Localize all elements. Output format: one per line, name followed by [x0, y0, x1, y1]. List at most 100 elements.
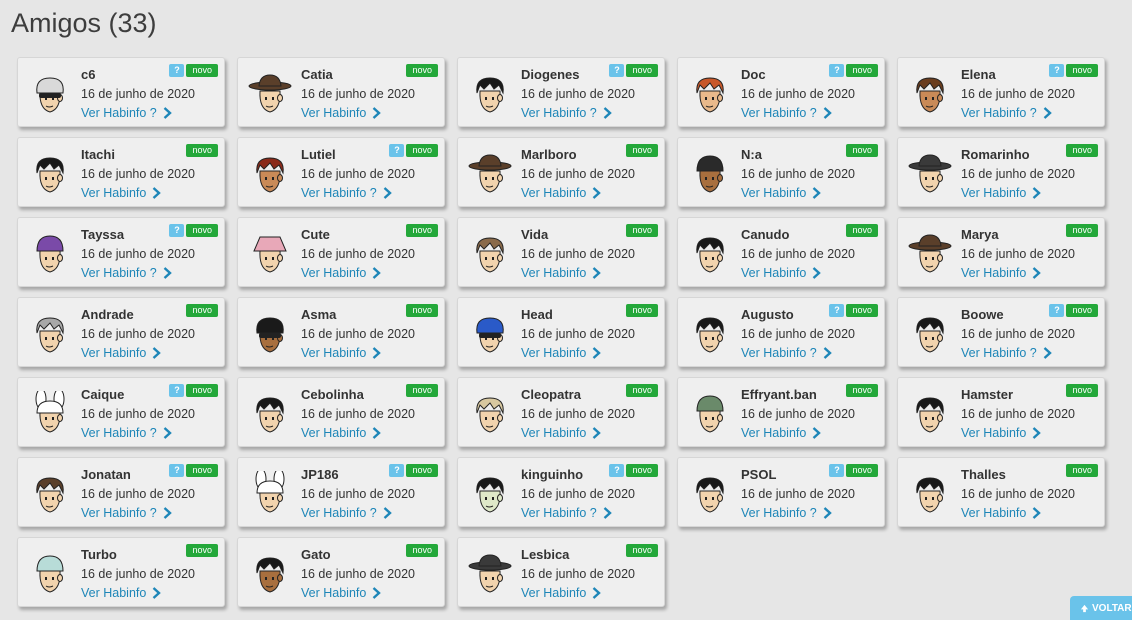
habinfo-link[interactable]: Ver Habinfo	[741, 426, 822, 440]
friend-card[interactable]: ? novo Caique 16 de junho de 2020 Ver Ha…	[17, 377, 225, 447]
friend-name[interactable]: Cute	[301, 227, 330, 242]
friend-card[interactable]: novo Gato 16 de junho de 2020 Ver Habinf…	[237, 537, 445, 607]
question-badge[interactable]: ?	[829, 64, 845, 77]
friend-card[interactable]: ? novo c6 16 de junho de 2020 Ver Habinf…	[17, 57, 225, 127]
habinfo-link[interactable]: Ver Habinfo	[521, 346, 602, 360]
habinfo-link[interactable]: Ver Habinfo ?	[521, 506, 613, 520]
habinfo-link[interactable]: Ver Habinfo ?	[81, 266, 173, 280]
friend-card[interactable]: novo Vida 16 de junho de 2020 Ver Habinf…	[457, 217, 665, 287]
habinfo-link[interactable]: Ver Habinfo ?	[741, 346, 833, 360]
friend-name[interactable]: Marlboro	[521, 147, 577, 162]
question-badge[interactable]: ?	[169, 384, 185, 397]
friend-card[interactable]: novo Romarinho 16 de junho de 2020 Ver H…	[897, 137, 1105, 207]
habinfo-link[interactable]: Ver Habinfo	[301, 266, 382, 280]
friend-name[interactable]: Canudo	[741, 227, 789, 242]
habinfo-link[interactable]: Ver Habinfo	[961, 506, 1042, 520]
question-badge[interactable]: ?	[829, 304, 845, 317]
friend-card[interactable]: ? novo kinguinho 16 de junho de 2020 Ver…	[457, 457, 665, 527]
friend-name[interactable]: Thalles	[961, 467, 1006, 482]
habinfo-link[interactable]: Ver Habinfo	[521, 266, 602, 280]
friend-name[interactable]: Vida	[521, 227, 548, 242]
friend-card[interactable]: ? novo Jonatan 16 de junho de 2020 Ver H…	[17, 457, 225, 527]
friend-name[interactable]: c6	[81, 67, 95, 82]
friend-card[interactable]: novo Cute 16 de junho de 2020 Ver Habinf…	[237, 217, 445, 287]
friend-name[interactable]: PSOL	[741, 467, 776, 482]
habinfo-link[interactable]: Ver Habinfo	[81, 186, 162, 200]
habinfo-link[interactable]: Ver Habinfo	[741, 266, 822, 280]
friend-name[interactable]: Doc	[741, 67, 766, 82]
habinfo-link[interactable]: Ver Habinfo ?	[81, 106, 173, 120]
habinfo-link[interactable]: Ver Habinfo	[81, 586, 162, 600]
friend-name[interactable]: Turbo	[81, 547, 117, 562]
question-badge[interactable]: ?	[1049, 304, 1065, 317]
friend-name[interactable]: Cebolinha	[301, 387, 364, 402]
habinfo-link[interactable]: Ver Habinfo	[81, 346, 162, 360]
friend-card[interactable]: ? novo Doc 16 de junho de 2020 Ver Habin…	[677, 57, 885, 127]
friend-card[interactable]: novo Thalles 16 de junho de 2020 Ver Hab…	[897, 457, 1105, 527]
friend-name[interactable]: Diogenes	[521, 67, 580, 82]
friend-card[interactable]: ? novo JP186 16 de junho de 2020 Ver Hab…	[237, 457, 445, 527]
friend-name[interactable]: Lesbica	[521, 547, 569, 562]
habinfo-link[interactable]: Ver Habinfo ?	[81, 426, 173, 440]
question-badge[interactable]: ?	[169, 64, 185, 77]
friend-name[interactable]: Andrade	[81, 307, 134, 322]
friend-card[interactable]: novo Lesbica 16 de junho de 2020 Ver Hab…	[457, 537, 665, 607]
friend-card[interactable]: novo Marlboro 16 de junho de 2020 Ver Ha…	[457, 137, 665, 207]
habinfo-link[interactable]: Ver Habinfo	[521, 586, 602, 600]
friend-card[interactable]: novo Itachi 16 de junho de 2020 Ver Habi…	[17, 137, 225, 207]
friend-name[interactable]: Boowe	[961, 307, 1004, 322]
friend-card[interactable]: ? novo Augusto 16 de junho de 2020 Ver H…	[677, 297, 885, 367]
question-badge[interactable]: ?	[169, 224, 185, 237]
friend-card[interactable]: novo Turbo 16 de junho de 2020 Ver Habin…	[17, 537, 225, 607]
habinfo-link[interactable]: Ver Habinfo	[301, 586, 382, 600]
habinfo-link[interactable]: Ver Habinfo	[521, 186, 602, 200]
friend-card[interactable]: ? novo Diogenes 16 de junho de 2020 Ver …	[457, 57, 665, 127]
question-badge[interactable]: ?	[1049, 64, 1065, 77]
friend-name[interactable]: Effryant.ban	[741, 387, 817, 402]
friend-card[interactable]: novo Cebolinha 16 de junho de 2020 Ver H…	[237, 377, 445, 447]
friend-name[interactable]: Elena	[961, 67, 996, 82]
friend-name[interactable]: Caique	[81, 387, 124, 402]
habinfo-link[interactable]: Ver Habinfo ?	[961, 106, 1053, 120]
question-badge[interactable]: ?	[169, 464, 185, 477]
habinfo-link[interactable]: Ver Habinfo ?	[301, 506, 393, 520]
friend-name[interactable]: Hamster	[961, 387, 1013, 402]
habinfo-link[interactable]: Ver Habinfo	[961, 426, 1042, 440]
friend-card[interactable]: ? novo PSOL 16 de junho de 2020 Ver Habi…	[677, 457, 885, 527]
friend-name[interactable]: Romarinho	[961, 147, 1030, 162]
friend-card[interactable]: novo Andrade 16 de junho de 2020 Ver Hab…	[17, 297, 225, 367]
friend-card[interactable]: novo Asma 16 de junho de 2020 Ver Habinf…	[237, 297, 445, 367]
friend-name[interactable]: Jonatan	[81, 467, 131, 482]
friend-card[interactable]: ? novo Elena 16 de junho de 2020 Ver Hab…	[897, 57, 1105, 127]
question-badge[interactable]: ?	[389, 464, 405, 477]
friend-name[interactable]: N:a	[741, 147, 762, 162]
friend-card[interactable]: ? novo Lutiel 16 de junho de 2020 Ver Ha…	[237, 137, 445, 207]
friend-card[interactable]: novo Head 16 de junho de 2020 Ver Habinf…	[457, 297, 665, 367]
friend-name[interactable]: JP186	[301, 467, 339, 482]
friend-name[interactable]: Itachi	[81, 147, 115, 162]
habinfo-link[interactable]: Ver Habinfo ?	[741, 106, 833, 120]
habinfo-link[interactable]: Ver Habinfo ?	[741, 506, 833, 520]
habinfo-link[interactable]: Ver Habinfo	[961, 266, 1042, 280]
friend-name[interactable]: Catia	[301, 67, 333, 82]
friend-card[interactable]: novo Catia 16 de junho de 2020 Ver Habin…	[237, 57, 445, 127]
question-badge[interactable]: ?	[389, 144, 405, 157]
friend-card[interactable]: novo Canudo 16 de junho de 2020 Ver Habi…	[677, 217, 885, 287]
friend-name[interactable]: Augusto	[741, 307, 794, 322]
friend-name[interactable]: Lutiel	[301, 147, 336, 162]
habinfo-link[interactable]: Ver Habinfo	[961, 186, 1042, 200]
friend-name[interactable]: Cleopatra	[521, 387, 581, 402]
voltar-button[interactable]: VOLTAR	[1070, 596, 1132, 620]
habinfo-link[interactable]: Ver Habinfo	[741, 186, 822, 200]
habinfo-link[interactable]: Ver Habinfo ?	[81, 506, 173, 520]
question-badge[interactable]: ?	[609, 64, 625, 77]
habinfo-link[interactable]: Ver Habinfo	[521, 426, 602, 440]
friend-name[interactable]: Gato	[301, 547, 331, 562]
question-badge[interactable]: ?	[609, 464, 625, 477]
friend-card[interactable]: novo Hamster 16 de junho de 2020 Ver Hab…	[897, 377, 1105, 447]
friend-name[interactable]: Head	[521, 307, 553, 322]
habinfo-link[interactable]: Ver Habinfo ?	[301, 186, 393, 200]
friend-card[interactable]: ? novo Boowe 16 de junho de 2020 Ver Hab…	[897, 297, 1105, 367]
habinfo-link[interactable]: Ver Habinfo ?	[961, 346, 1053, 360]
habinfo-link[interactable]: Ver Habinfo	[301, 346, 382, 360]
